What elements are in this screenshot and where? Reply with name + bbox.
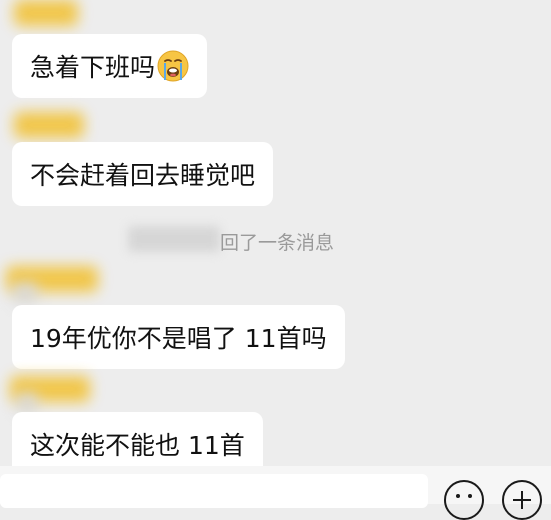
input-bar (0, 466, 551, 520)
avatar-blurred (16, 392, 38, 414)
message-bubble[interactable]: 不会赶着回去睡觉吧 (12, 142, 274, 206)
notice-name-blurred (128, 226, 220, 252)
sender-name-blurred (14, 112, 84, 138)
message-bubble[interactable]: 19年优你不是唱了 11首吗 (12, 305, 345, 369)
smiley-face-icon[interactable] (444, 480, 484, 520)
message-input[interactable] (0, 474, 428, 508)
system-notice: 回了一条消息 (0, 222, 551, 258)
plus-circle-icon[interactable] (502, 480, 542, 520)
message-text: 急着下班吗 (30, 53, 156, 82)
chat-area: 急着下班吗 不会赶着回去睡觉吧 回了一条消息 19年优你不是唱了 11首吗 这次… (0, 0, 551, 504)
message-text: 不会赶着回去睡觉吧 (30, 161, 256, 190)
avatar-blurred (12, 282, 38, 304)
message-bubble[interactable]: 急着下班吗 (12, 34, 208, 98)
sender-name-blurred (14, 0, 78, 26)
message-text: 这次能不能也 11首 (30, 431, 245, 460)
notice-text: 回了一条消息 (220, 232, 335, 254)
message-text: 19年优你不是唱了 11首吗 (30, 324, 327, 353)
loudly-crying-face-icon (157, 50, 189, 82)
